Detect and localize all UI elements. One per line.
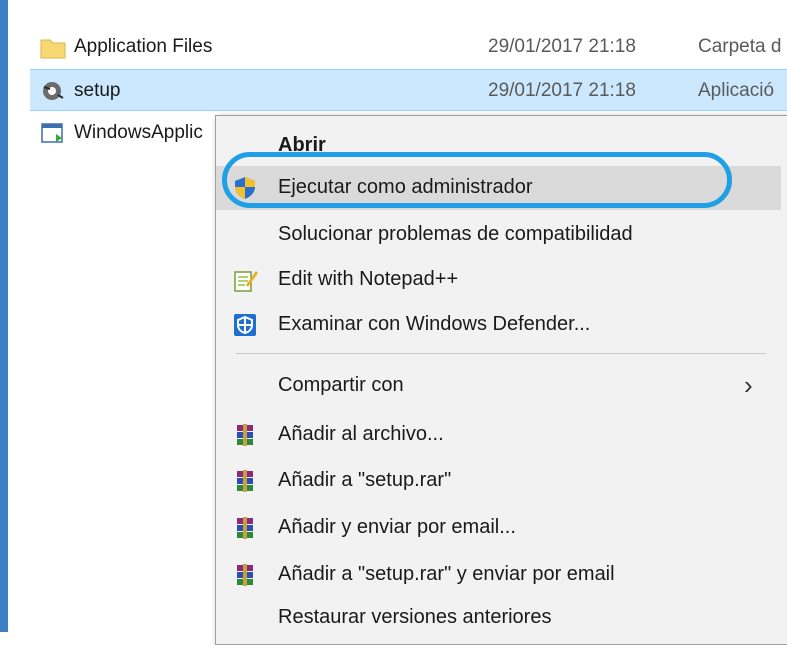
- menu-item-share-with[interactable]: Compartir con ›: [216, 364, 781, 408]
- menu-item-add-to-archive[interactable]: Añadir al archivo...: [216, 413, 781, 457]
- winrar-icon: [237, 424, 253, 446]
- left-pane-edge: [0, 0, 8, 632]
- menu-item-label: Compartir con: [278, 374, 404, 396]
- chevron-right-icon: ›: [744, 370, 753, 400]
- file-row-setup[interactable]: setup 29/01/2017 21:18 Aplicació: [30, 69, 787, 111]
- notepadpp-icon: [234, 271, 258, 292]
- windows-defender-icon: [234, 314, 256, 336]
- menu-item-label: Añadir y enviar por email...: [278, 516, 516, 538]
- winrar-icon: [237, 564, 253, 586]
- file-name: Application Files: [74, 36, 213, 57]
- menu-item-add-rar-and-email[interactable]: Añadir a "setup.rar" y enviar por email: [216, 553, 781, 597]
- winrar-icon: [237, 517, 253, 539]
- menu-item-label: Añadir a "setup.rar" y enviar por email: [278, 563, 615, 585]
- menu-item-scan-defender[interactable]: Examinar con Windows Defender...: [216, 303, 781, 347]
- winrar-icon: [237, 470, 253, 492]
- menu-item-add-to-setup-rar[interactable]: Añadir a "setup.rar": [216, 459, 781, 503]
- highlight-annotation-ring: [222, 152, 732, 208]
- file-name: setup: [74, 80, 121, 101]
- menu-item-label: Restaurar versiones anteriores: [278, 606, 552, 628]
- menu-item-troubleshoot-compat[interactable]: Solucionar problemas de compatibilidad: [216, 213, 781, 257]
- menu-separator: [236, 353, 766, 354]
- file-type: Carpeta d: [698, 36, 782, 57]
- menu-item-label: Añadir al archivo...: [278, 423, 444, 445]
- folder-icon: [40, 39, 66, 59]
- setup-app-icon: [43, 82, 64, 100]
- menu-item-add-and-email[interactable]: Añadir y enviar por email...: [216, 506, 781, 550]
- file-type: Aplicació: [698, 80, 775, 101]
- file-name: WindowsApplic: [74, 122, 203, 143]
- menu-item-label: Añadir a "setup.rar": [278, 469, 452, 491]
- menu-item-restore-previous-versions[interactable]: Restaurar versiones anteriores: [216, 596, 781, 640]
- menu-item-label: Examinar con Windows Defender...: [278, 313, 591, 335]
- app-manifest-icon: [41, 123, 63, 143]
- menu-item-label: Edit with Notepad++: [278, 268, 459, 290]
- file-date: 29/01/2017 21:18: [488, 80, 636, 101]
- file-date: 29/01/2017 21:18: [488, 36, 636, 57]
- file-row-application-files[interactable]: Application Files 29/01/2017 21:18 Carpe…: [30, 26, 787, 68]
- menu-item-label: Solucionar problemas de compatibilidad: [278, 223, 633, 245]
- menu-item-edit-notepadpp[interactable]: Edit with Notepad++: [216, 258, 781, 302]
